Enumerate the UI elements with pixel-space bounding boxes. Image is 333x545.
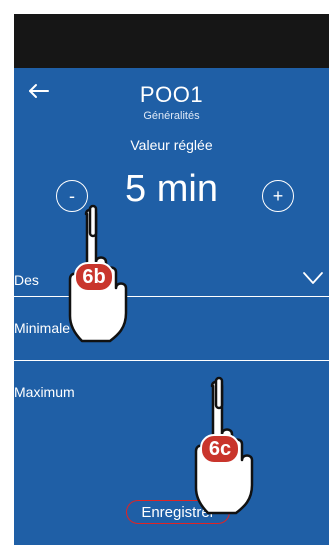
hand-pointer-6c-icon: 6c [182,376,262,516]
chevron-down-icon[interactable] [302,270,324,286]
page-title: POO1 [139,82,204,107]
hand-pointer-6b-icon: 6b [56,204,136,344]
increase-button[interactable]: + [262,180,294,212]
maximum-label: Maximum [14,384,75,400]
status-bar [14,14,329,68]
annotation-tag-6c: 6c [200,434,240,464]
annotation-tag-6b: 6b [74,262,114,292]
description-label: Des [14,272,39,288]
page-subtitle: Généralités [143,110,200,122]
setting-label: Valeur réglée [130,137,213,153]
divider [14,360,329,361]
plus-icon: + [272,186,284,206]
app-screen: POO1 Généralités Valeur réglée - 5 min +… [14,14,329,545]
